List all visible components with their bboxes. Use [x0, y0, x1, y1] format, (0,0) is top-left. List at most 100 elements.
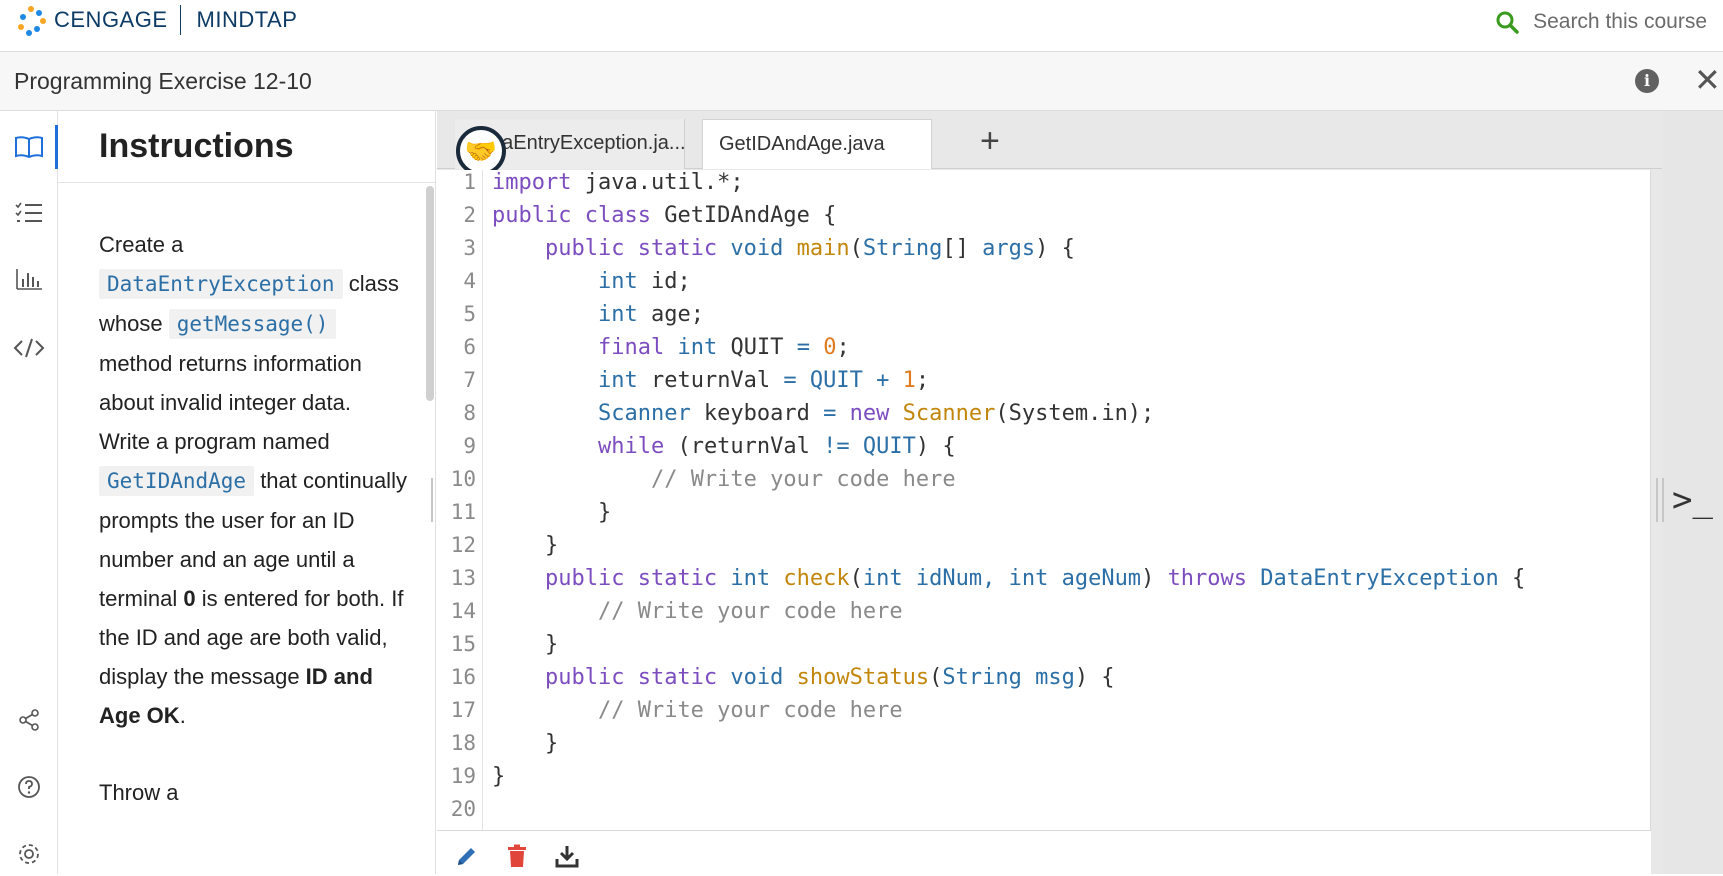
code-token: check	[783, 566, 850, 591]
line-number: 12	[450, 533, 476, 557]
code-token: throws	[1167, 566, 1248, 591]
code-line[interactable]: }	[492, 500, 611, 525]
code-line[interactable]: Scanner keyboard = new Scanner(System.in…	[492, 401, 1154, 426]
code-token: )	[1141, 566, 1168, 591]
rail-results[interactable]	[0, 257, 58, 301]
download-button[interactable]	[553, 842, 581, 870]
book-icon	[15, 136, 43, 159]
rail-instructions[interactable]	[0, 125, 58, 169]
code-line[interactable]: int id;	[492, 269, 691, 294]
search-input[interactable]: Search this course	[1533, 10, 1707, 34]
line-number: 14	[450, 599, 476, 623]
close-icon[interactable]: ✕	[1694, 64, 1721, 96]
instructions-header: Instructions	[58, 111, 435, 183]
code-token: ;	[836, 335, 850, 360]
code-token: // Write your code here	[597, 698, 903, 723]
code-line[interactable]: public static int check(int idNum, int a…	[492, 566, 1525, 591]
rail-tasks[interactable]	[0, 191, 58, 235]
code-line[interactable]: public static void showStatus(String msg…	[492, 665, 1115, 690]
rail-share[interactable]	[0, 698, 58, 742]
code-token: public class	[492, 203, 651, 228]
code-token: keyboard	[690, 401, 824, 426]
download-icon	[555, 846, 579, 868]
instructions-paragraph: Throw a	[99, 780, 179, 805]
code-token: showStatus	[796, 665, 930, 690]
code-token: void	[730, 665, 784, 690]
info-icon[interactable]: i	[1635, 69, 1659, 93]
line-number-gutter: 1 2 3 4 5 6 7 8 9 10 11 12 13 14 15 16 17 18 19 20	[437, 170, 483, 830]
add-tab-button[interactable]: +	[980, 119, 1000, 163]
settings-icon	[19, 844, 39, 864]
code-area[interactable]: 1 2 3 4 5 6 7 8 9 10 11 12 13 14 15 16 17 18 19 20 import j…	[437, 170, 1651, 830]
code-line[interactable]: }	[492, 533, 558, 558]
code-token: (System.in);	[995, 401, 1155, 426]
line-number: 19	[450, 764, 476, 788]
line-number: 16	[450, 665, 476, 689]
line-number: 17	[450, 698, 476, 722]
terminal-icon[interactable]: >_	[1672, 480, 1713, 520]
code-token: 0	[823, 335, 837, 360]
tab-getidandage[interactable]: GetIDAndAge.java	[702, 119, 932, 169]
brand-logo[interactable]: CENGAGE MINDTAP	[14, 2, 297, 38]
console-resize-handle[interactable]	[1656, 478, 1664, 522]
search-icon	[1496, 11, 1519, 34]
code-line[interactable]: // Write your code here	[492, 467, 956, 492]
code-token: while	[597, 434, 665, 459]
code-token: // Write your code here	[650, 467, 956, 492]
code-token: +	[876, 368, 890, 393]
course-search[interactable]: Search this course	[1495, 6, 1707, 38]
edit-button[interactable]	[453, 842, 481, 870]
code-token: DataEntryException	[1260, 566, 1499, 591]
chart-icon	[16, 269, 42, 290]
code-editor: DataEntryException.ja... GetIDAndAge.jav…	[437, 111, 1662, 874]
code-line[interactable]: }	[492, 731, 558, 756]
code-token: Scanner	[597, 401, 691, 426]
code-line[interactable]: while (returnVal != QUIT) {	[492, 434, 956, 459]
code-line[interactable]: // Write your code here	[492, 698, 903, 723]
code-token: {	[1498, 566, 1526, 591]
activity-title-bar: Programming Exercise 12-10 i ✕	[0, 52, 1723, 111]
code-line[interactable]: // Write your code here	[492, 599, 903, 624]
rail-help[interactable]	[0, 765, 58, 809]
rail-code[interactable]	[0, 326, 58, 370]
code-chip: getMessage()	[168, 309, 337, 339]
code-token: !=	[823, 434, 850, 459]
pencil-icon	[458, 848, 475, 865]
code-token: String	[862, 236, 943, 261]
code-token: }	[492, 500, 612, 525]
code-token: int idNum, int ageNum	[862, 566, 1142, 591]
code-token: int	[597, 302, 638, 327]
delete-button[interactable]	[503, 842, 531, 870]
code-token: (	[849, 566, 863, 591]
checklist-icon	[15, 202, 42, 222]
handshake-icon[interactable]: 🤝	[456, 126, 506, 176]
code-line[interactable]: int returnVal = QUIT + 1;	[492, 368, 929, 393]
code-line[interactable]: final int QUIT = 0;	[492, 335, 850, 360]
code-line[interactable]: int age;	[492, 302, 704, 327]
code-token: (	[929, 665, 943, 690]
code-line[interactable]: public static void main(String[] args) {	[492, 236, 1075, 261]
code-token: ) {	[1035, 236, 1075, 261]
code-line[interactable]: }	[492, 632, 558, 657]
code-line[interactable]: import java.util.*;	[492, 170, 744, 195]
rail-settings[interactable]	[0, 832, 58, 876]
code-icon	[13, 338, 45, 358]
code-line[interactable]: public class GetIDAndAge {	[492, 203, 836, 228]
code-token: final	[597, 335, 665, 360]
instructions-scrollbar[interactable]	[426, 186, 434, 401]
code-line[interactable]: }	[492, 764, 505, 789]
code-token: public static	[544, 566, 718, 591]
line-number: 18	[450, 731, 476, 755]
code-token: age;	[637, 302, 704, 327]
